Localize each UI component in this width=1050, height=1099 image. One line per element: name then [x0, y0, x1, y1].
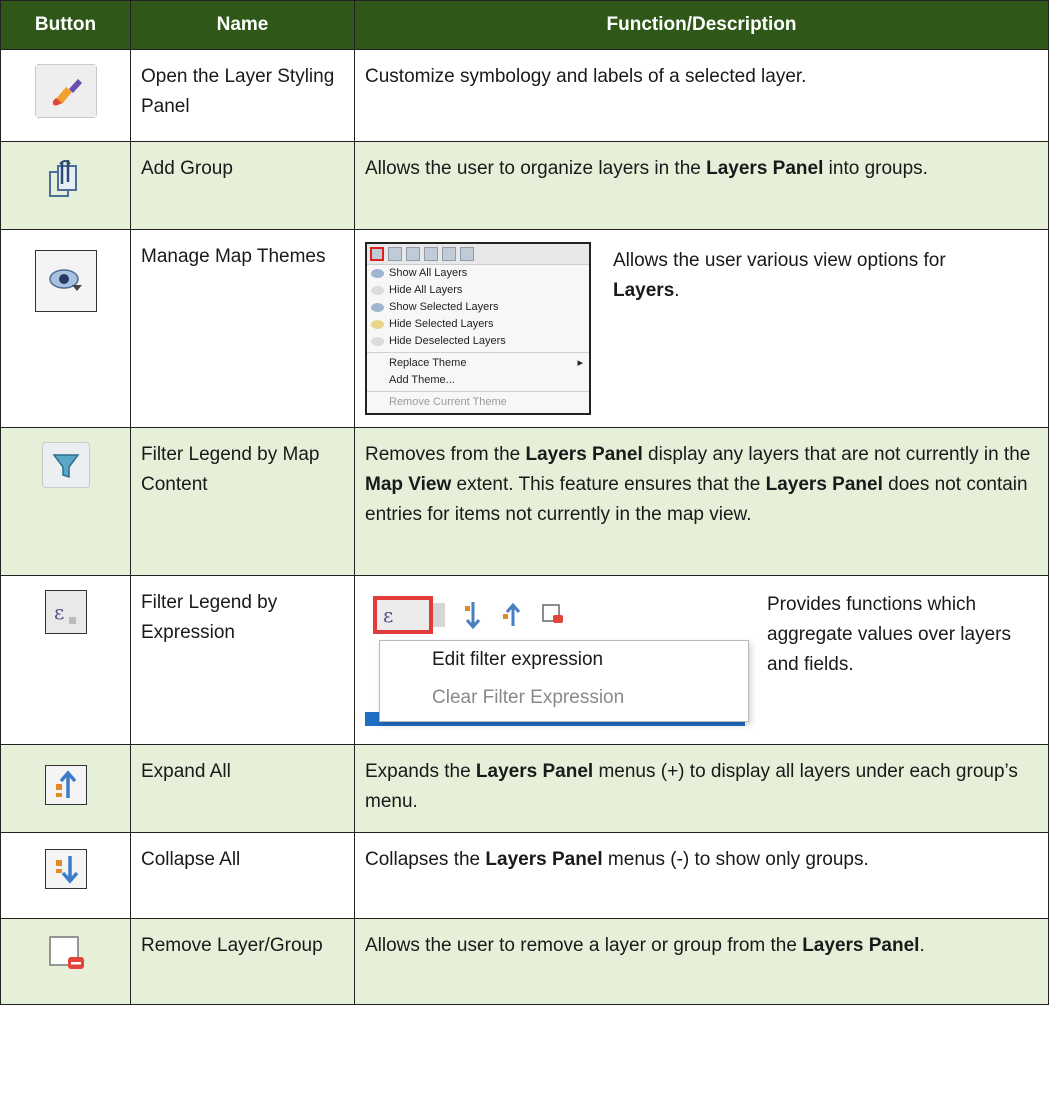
button-cell: ε	[0, 575, 131, 745]
map-themes-menu: Show All Layers Hide All Layers Show Sel…	[365, 242, 591, 415]
name-cell: Add Group	[130, 141, 355, 230]
remove-layer-icon	[460, 247, 474, 261]
button-cell	[0, 427, 131, 576]
desc-cell: Expands the Layers Panel menus (+) to di…	[354, 744, 1049, 833]
header-button: Button	[0, 0, 131, 50]
desc-text: Collapses the	[365, 849, 486, 870]
bold-term: Layers Panel	[765, 474, 883, 495]
desc-text: into groups.	[823, 158, 928, 179]
header-name: Name	[130, 0, 355, 50]
header-function: Function/Description	[354, 0, 1049, 50]
bold-term: Layers Panel	[802, 935, 920, 956]
epsilon-filter-icon	[406, 247, 420, 261]
collapse-all-icon	[465, 602, 481, 630]
desc-text: Customize symbology and labels of a sele…	[365, 66, 807, 87]
table-row: Expand All Expands the Layers Panel menu…	[0, 744, 1049, 833]
menu-item[interactable]: Clear Filter Expression	[380, 679, 748, 717]
desc-cell-wrapper: ε Edit filter expression Clear Filter Ex…	[354, 575, 1049, 745]
bold-term: Layers Panel	[475, 761, 594, 782]
collapse-all-icon	[424, 247, 438, 261]
desc-text: Removes from the	[365, 444, 526, 465]
desc-text: menus (-) to show only groups.	[602, 849, 869, 870]
name-cell: Open the Layer Styling Panel	[130, 49, 355, 142]
filter-icon	[41, 442, 90, 488]
desc-cell: Customize symbology and labels of a sele…	[354, 49, 1049, 142]
desc-cell: Allows the user various view options for…	[613, 242, 993, 306]
desc-text: Expands the	[365, 761, 476, 782]
menu-item[interactable]: Hide Selected Layers	[367, 316, 589, 333]
table-row: ε Filter Legend by Expression ε Edit fil…	[0, 575, 1049, 745]
desc-cell: Allows the user to organize layers in th…	[354, 141, 1049, 230]
menu-item[interactable]: Hide Deselected Layers	[367, 333, 589, 350]
desc-cell-wrapper: Show All Layers Hide All Layers Show Sel…	[354, 229, 1049, 428]
desc-cell: Allows the user to remove a layer or gro…	[354, 918, 1049, 1005]
menu-item[interactable]: Remove Current Theme	[367, 394, 589, 411]
desc-cell: Removes from the Layers Panel display an…	[354, 427, 1049, 576]
filter-popup-menu: Edit filter expression Clear Filter Expr…	[379, 640, 749, 722]
paintbrush-icon	[34, 64, 97, 118]
button-cell	[0, 918, 131, 1005]
add-group-icon	[46, 158, 86, 210]
menu-item[interactable]: Show Selected Layers	[367, 299, 589, 316]
button-cell	[0, 744, 131, 833]
name-cell: Filter Legend by Expression	[130, 575, 355, 745]
eye-icon	[34, 250, 97, 312]
remove-layer-icon	[542, 604, 563, 623]
mini-toolbar: ε	[373, 596, 565, 634]
name-cell: Remove Layer/Group	[130, 918, 355, 1005]
desc-text: Allows the user to remove a layer or gro…	[365, 935, 803, 956]
desc-text: Allows the user various view options for	[613, 250, 946, 271]
header-row: Button Name Function/Description	[0, 0, 1049, 50]
table-row: Open the Layer Styling Panel Customize s…	[0, 49, 1049, 142]
table-row: Remove Layer/Group Allows the user to re…	[0, 918, 1049, 1005]
layers-toolbar-table: Button Name Function/Description Open th…	[0, 0, 1049, 1005]
epsilon-filter-icon: ε	[44, 590, 87, 634]
epsilon-filter-icon: ε	[373, 596, 433, 634]
button-cell	[0, 229, 131, 428]
remove-layer-icon	[44, 933, 88, 985]
desc-cell: Provides functions which aggregate value…	[767, 582, 1027, 680]
menu-item[interactable]: Show All Layers	[367, 265, 589, 282]
bold-term: Layers	[613, 280, 675, 301]
menu-item[interactable]: Edit filter expression	[380, 641, 748, 679]
button-cell	[0, 49, 131, 142]
desc-text: extent. This feature ensures that the	[451, 474, 766, 495]
table-row: Filter Legend by Map Content Removes fro…	[0, 427, 1049, 576]
desc-text: Allows the user to organize layers in th…	[365, 158, 707, 179]
expand-all-icon	[442, 247, 456, 261]
filter-expression-screenshot: ε Edit filter expression Clear Filter Ex…	[365, 582, 757, 732]
svg-text:ε: ε	[54, 600, 64, 624]
name-cell: Manage Map Themes	[130, 229, 355, 428]
table-row: Add Group Allows the user to organize la…	[0, 141, 1049, 230]
bold-term: Map View	[365, 474, 452, 495]
name-cell: Collapse All	[130, 832, 355, 919]
button-cell	[0, 141, 131, 230]
bold-term: Layers Panel	[525, 444, 643, 465]
eye-icon	[370, 247, 384, 261]
expand-all-icon	[503, 602, 521, 626]
filter-icon	[388, 247, 402, 261]
desc-text: .	[674, 280, 680, 301]
desc-text: .	[919, 935, 925, 956]
bold-term: Layers Panel	[706, 158, 824, 179]
button-cell	[0, 832, 131, 919]
desc-text: Provides functions which aggregate value…	[767, 594, 1011, 675]
menu-item[interactable]: Hide All Layers	[367, 282, 589, 299]
menu-item[interactable]: Replace Theme ▸	[367, 355, 589, 372]
expand-all-icon	[44, 765, 87, 805]
menu-item[interactable]: Add Theme...	[367, 372, 589, 389]
table-row: Collapse All Collapses the Layers Panel …	[0, 832, 1049, 919]
mini-toolbar	[367, 244, 589, 265]
desc-text: display any layers that are not currentl…	[642, 444, 1031, 465]
collapse-all-icon	[44, 849, 87, 889]
chevron-down-icon	[433, 603, 445, 627]
name-cell: Filter Legend by Map Content	[130, 427, 355, 576]
table-row: Manage Map Themes Show All Layers Hide A…	[0, 229, 1049, 428]
name-cell: Expand All	[130, 744, 355, 833]
desc-cell: Collapses the Layers Panel menus (-) to …	[354, 832, 1049, 919]
bold-term: Layers Panel	[485, 849, 603, 870]
